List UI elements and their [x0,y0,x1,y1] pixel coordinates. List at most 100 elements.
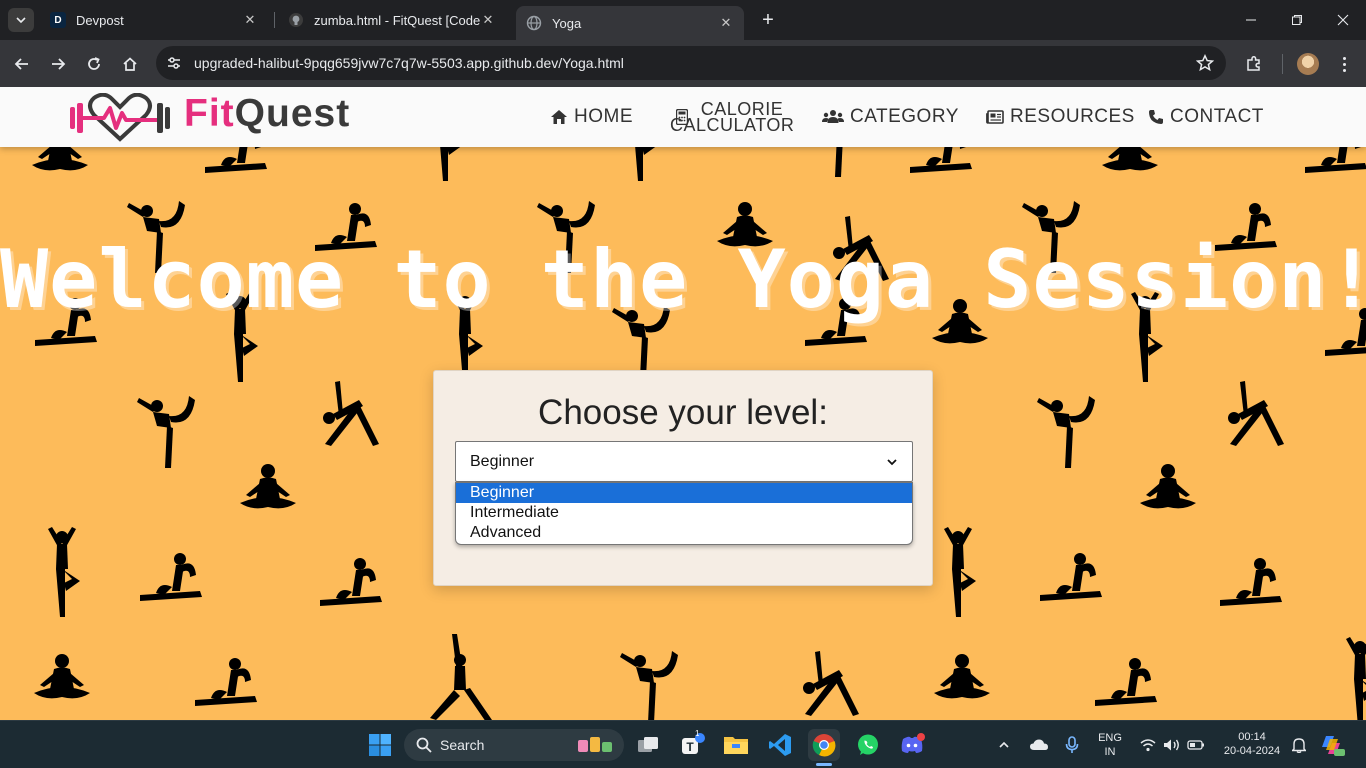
reload-icon [88,57,100,70]
forward-button[interactable] [44,50,72,78]
level-select-value: Beginner [470,452,535,470]
discord-icon [901,733,925,753]
whatsapp-icon [858,734,878,755]
task-view-button[interactable] [632,729,664,761]
bookmark-star-icon[interactable] [1192,50,1218,76]
chevron-down-icon [887,458,897,465]
toolbar-separator [1282,54,1283,74]
cloud-icon [1030,739,1048,750]
reload-button[interactable] [80,50,108,78]
nav-category[interactable]: CATEGORY [822,87,959,147]
restore-button[interactable] [1274,0,1320,40]
microphone-icon [1065,736,1079,753]
puzzle-icon [1247,55,1260,71]
devpost-icon: D [50,12,66,28]
url-text[interactable]: upgraded-halibut-9pqg659jvw7c7q7w-5503.a… [194,55,1192,71]
tab-yoga[interactable]: Yoga ✕ [516,6,744,40]
arrow-left-icon [14,58,28,70]
copilot-icon [1322,736,1345,756]
github-icon [288,12,304,28]
bell-icon [1292,738,1306,753]
show-hidden-icons-button[interactable] [992,729,1016,761]
vscode-icon [769,734,791,756]
teams-badge: 1 [695,729,700,738]
teams-icon: T [682,733,705,754]
windows-taskbar: Search T 1 ENG IN 00:14 20-04-2024 [0,720,1366,768]
tab-title: Devpost [76,12,124,28]
battery-button[interactable] [1184,729,1208,761]
home-button[interactable] [116,50,144,78]
search-highlight-icon [578,737,612,752]
search-icon [416,737,432,753]
level-card: Choose your level: Beginner Beginner Int… [433,370,933,586]
fitquest-logo-text[interactable]: FitQuest [184,92,350,136]
nav-resources[interactable]: RESOURCES [986,87,1135,147]
onedrive-button[interactable] [1026,729,1052,761]
teams-app-button[interactable]: T 1 [676,729,708,761]
users-icon [822,110,844,123]
discord-button[interactable] [896,729,928,761]
clock-date: 20-04-2024 [1223,745,1281,757]
level-option-intermediate[interactable]: Intermediate [456,503,912,523]
home-icon [551,110,567,124]
close-icon [1337,14,1349,26]
svg-text:T: T [686,740,694,754]
arrow-right-icon [52,58,66,70]
speaker-icon [1164,739,1179,751]
nav-calorie-calculator[interactable]: CALORIE CALCULATOR [670,87,794,147]
clock[interactable]: 00:14 20-04-2024 [1216,730,1288,758]
tab-separator [274,12,275,28]
chrome-app-button[interactable] [808,729,840,761]
chrome-active-indicator [816,763,832,766]
microphone-button[interactable] [1060,729,1084,761]
tab-title: zumba.html - FitQuest [Codesp [314,12,480,28]
nav-resources-label: RESOURCES [1010,106,1135,127]
new-tab-button[interactable]: + [756,8,780,32]
battery-icon [1187,740,1204,750]
globe-icon [526,15,542,31]
tab-devpost[interactable]: D Devpost ✕ [40,6,268,34]
nav-category-label: CATEGORY [850,106,959,127]
close-icon[interactable]: ✕ [718,15,734,31]
close-window-button[interactable] [1320,0,1366,40]
close-icon[interactable]: ✕ [480,12,496,28]
restore-icon [1292,15,1302,25]
vscode-button[interactable] [764,729,796,761]
close-icon[interactable]: ✕ [242,12,258,28]
tab-title: Yoga [552,15,582,31]
volume-button[interactable] [1160,729,1184,761]
minimize-button[interactable] [1228,0,1274,40]
copilot-button[interactable] [1318,729,1348,761]
minimize-icon [1246,19,1256,21]
windows-logo-icon [369,734,391,756]
start-button[interactable] [364,729,396,761]
phone-icon [1149,110,1163,124]
file-explorer-button[interactable] [720,729,752,761]
nav-contact[interactable]: CONTACT [1148,87,1264,147]
nav-home[interactable]: HOME [550,87,633,147]
extensions-button[interactable] [1242,52,1266,76]
profile-avatar[interactable] [1297,53,1319,75]
level-dropdown-list: Beginner Intermediate Advanced [455,482,913,545]
tab-search-button[interactable] [8,8,34,32]
hero-title: Welcome to the Yoga Session!! [0,233,1366,326]
wifi-button[interactable] [1136,729,1160,761]
level-select[interactable]: Beginner [455,441,913,482]
notifications-button[interactable] [1288,729,1310,761]
level-option-beginner[interactable]: Beginner [456,483,912,503]
level-option-advanced[interactable]: Advanced [456,523,912,543]
tab-zumba[interactable]: zumba.html - FitQuest [Codesp ✕ [278,6,506,34]
taskbar-search[interactable]: Search [404,729,624,761]
site-info-icon[interactable] [164,53,184,73]
browser-menu-button[interactable] [1336,52,1352,76]
nav-home-label: HOME [574,106,633,127]
chevron-up-icon [999,741,1009,748]
home-icon [123,57,137,71]
browser-tab-strip: D Devpost ✕ zumba.html - FitQuest [Codes… [0,0,1366,40]
task-view-icon [638,737,658,752]
address-bar[interactable]: upgraded-halibut-9pqg659jvw7c7q7w-5503.a… [156,46,1226,80]
browser-toolbar: upgraded-halibut-9pqg659jvw7c7q7w-5503.a… [0,40,1366,87]
whatsapp-button[interactable] [852,729,884,761]
language-indicator[interactable]: ENG IN [1092,731,1128,759]
back-button[interactable] [8,50,36,78]
